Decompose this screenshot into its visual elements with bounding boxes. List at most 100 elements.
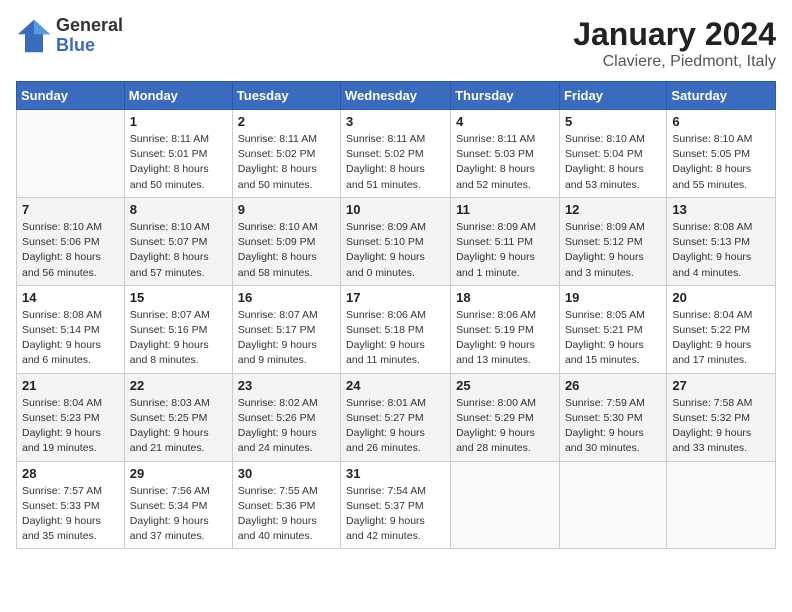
day-number: 25 bbox=[456, 378, 554, 393]
header-cell-thursday: Thursday bbox=[451, 82, 560, 110]
day-info: Sunrise: 8:10 AMSunset: 5:07 PMDaylight:… bbox=[130, 220, 227, 281]
day-info: Sunrise: 8:09 AMSunset: 5:12 PMDaylight:… bbox=[565, 220, 661, 281]
day-number: 3 bbox=[346, 114, 445, 129]
calendar-cell: 6 Sunrise: 8:10 AMSunset: 5:05 PMDaylight… bbox=[667, 110, 776, 198]
header-cell-monday: Monday bbox=[124, 82, 232, 110]
logo-line2: Blue bbox=[56, 36, 123, 56]
day-number: 15 bbox=[130, 290, 227, 305]
calendar-header-row: SundayMondayTuesdayWednesdayThursdayFrid… bbox=[17, 82, 776, 110]
calendar-week-row: 14 Sunrise: 8:08 AMSunset: 5:14 PMDayligh… bbox=[17, 285, 776, 373]
page-title: January 2024 bbox=[573, 16, 776, 53]
day-info: Sunrise: 8:07 AMSunset: 5:17 PMDaylight:… bbox=[238, 308, 335, 369]
day-number: 4 bbox=[456, 114, 554, 129]
day-number: 10 bbox=[346, 202, 445, 217]
day-number: 8 bbox=[130, 202, 227, 217]
day-number: 19 bbox=[565, 290, 661, 305]
day-info: Sunrise: 8:06 AMSunset: 5:18 PMDaylight:… bbox=[346, 308, 445, 369]
calendar-table: SundayMondayTuesdayWednesdayThursdayFrid… bbox=[16, 81, 776, 549]
calendar-cell: 4 Sunrise: 8:11 AMSunset: 5:03 PMDaylight… bbox=[451, 110, 560, 198]
calendar-cell: 18Sunrise: 8:06 AMSunset: 5:19 PMDayligh… bbox=[451, 285, 560, 373]
header-cell-tuesday: Tuesday bbox=[232, 82, 340, 110]
calendar-cell: 14 Sunrise: 8:08 AMSunset: 5:14 PMDayligh… bbox=[17, 285, 125, 373]
calendar-cell: 15 Sunrise: 8:07 AMSunset: 5:16 PMDayligh… bbox=[124, 285, 232, 373]
calendar-cell: 20 Sunrise: 8:04 AMSunset: 5:22 PMDayligh… bbox=[667, 285, 776, 373]
calendar-cell bbox=[17, 110, 125, 198]
day-number: 12 bbox=[565, 202, 661, 217]
day-info: Sunrise: 8:11 AMSunset: 5:02 PMDaylight:… bbox=[346, 132, 445, 193]
calendar-cell: 13Sunrise: 8:08 AMSunset: 5:13 PMDayligh… bbox=[667, 197, 776, 285]
calendar-cell: 12 Sunrise: 8:09 AMSunset: 5:12 PMDayligh… bbox=[559, 197, 666, 285]
day-info: Sunrise: 7:54 AMSunset: 5:37 PMDaylight:… bbox=[346, 484, 445, 545]
calendar-cell: 8 Sunrise: 8:10 AMSunset: 5:07 PMDaylight… bbox=[124, 197, 232, 285]
day-info: Sunrise: 8:03 AMSunset: 5:25 PMDaylight:… bbox=[130, 396, 227, 457]
day-info: Sunrise: 8:09 AMSunset: 5:10 PMDaylight:… bbox=[346, 220, 445, 281]
calendar-cell: 3 Sunrise: 8:11 AMSunset: 5:02 PMDaylight… bbox=[341, 110, 451, 198]
calendar-cell: 24 Sunrise: 8:01 AMSunset: 5:27 PMDayligh… bbox=[341, 373, 451, 461]
calendar-cell: 17 Sunrise: 8:06 AMSunset: 5:18 PMDayligh… bbox=[341, 285, 451, 373]
header-cell-wednesday: Wednesday bbox=[341, 82, 451, 110]
day-number: 30 bbox=[238, 466, 335, 481]
header-cell-friday: Friday bbox=[559, 82, 666, 110]
day-number: 18 bbox=[456, 290, 554, 305]
day-info: Sunrise: 8:04 AMSunset: 5:22 PMDaylight:… bbox=[672, 308, 770, 369]
calendar-cell: 28 Sunrise: 7:57 AMSunset: 5:33 PMDayligh… bbox=[17, 461, 125, 549]
calendar-week-row: 1Sunrise: 8:11 AMSunset: 5:01 PMDaylight… bbox=[17, 110, 776, 198]
calendar-cell: 9Sunrise: 8:10 AMSunset: 5:09 PMDaylight… bbox=[232, 197, 340, 285]
day-number: 26 bbox=[565, 378, 661, 393]
day-info: Sunrise: 7:59 AMSunset: 5:30 PMDaylight:… bbox=[565, 396, 661, 457]
logo-icon bbox=[16, 18, 52, 54]
calendar-cell: 21 Sunrise: 8:04 AMSunset: 5:23 PMDayligh… bbox=[17, 373, 125, 461]
day-number: 16 bbox=[238, 290, 335, 305]
calendar-week-row: 7Sunrise: 8:10 AMSunset: 5:06 PMDaylight… bbox=[17, 197, 776, 285]
day-number: 24 bbox=[346, 378, 445, 393]
page-subtitle: Claviere, Piedmont, Italy bbox=[573, 53, 776, 71]
day-number: 6 bbox=[672, 114, 770, 129]
day-number: 17 bbox=[346, 290, 445, 305]
day-info: Sunrise: 7:57 AMSunset: 5:33 PMDaylight:… bbox=[22, 484, 119, 545]
day-number: 20 bbox=[672, 290, 770, 305]
day-info: Sunrise: 8:01 AMSunset: 5:27 PMDaylight:… bbox=[346, 396, 445, 457]
calendar-cell: 16 Sunrise: 8:07 AMSunset: 5:17 PMDayligh… bbox=[232, 285, 340, 373]
calendar-cell: 23 Sunrise: 8:02 AMSunset: 5:26 PMDayligh… bbox=[232, 373, 340, 461]
calendar-cell: 30 Sunrise: 7:55 AMSunset: 5:36 PMDayligh… bbox=[232, 461, 340, 549]
logo-line1: General bbox=[56, 16, 123, 36]
calendar-cell bbox=[559, 461, 666, 549]
day-info: Sunrise: 8:02 AMSunset: 5:26 PMDaylight:… bbox=[238, 396, 335, 457]
day-info: Sunrise: 7:55 AMSunset: 5:36 PMDaylight:… bbox=[238, 484, 335, 545]
calendar-cell: 5Sunrise: 8:10 AMSunset: 5:04 PMDaylight… bbox=[559, 110, 666, 198]
day-info: Sunrise: 8:04 AMSunset: 5:23 PMDaylight:… bbox=[22, 396, 119, 457]
header-cell-sunday: Sunday bbox=[17, 82, 125, 110]
day-number: 27 bbox=[672, 378, 770, 393]
day-number: 23 bbox=[238, 378, 335, 393]
day-number: 13 bbox=[672, 202, 770, 217]
header: General Blue January 2024 Claviere, Pied… bbox=[16, 16, 776, 71]
calendar-cell: 25 Sunrise: 8:00 AMSunset: 5:29 PMDayligh… bbox=[451, 373, 560, 461]
day-info: Sunrise: 8:11 AMSunset: 5:02 PMDaylight:… bbox=[238, 132, 335, 193]
day-number: 21 bbox=[22, 378, 119, 393]
day-info: Sunrise: 8:09 AMSunset: 5:11 PMDaylight:… bbox=[456, 220, 554, 281]
day-number: 31 bbox=[346, 466, 445, 481]
logo-text: General Blue bbox=[56, 16, 123, 56]
day-info: Sunrise: 8:00 AMSunset: 5:29 PMDaylight:… bbox=[456, 396, 554, 457]
day-info: Sunrise: 8:10 AMSunset: 5:06 PMDaylight:… bbox=[22, 220, 119, 281]
calendar-cell: 22Sunrise: 8:03 AMSunset: 5:25 PMDayligh… bbox=[124, 373, 232, 461]
calendar-cell bbox=[451, 461, 560, 549]
calendar-cell bbox=[667, 461, 776, 549]
day-info: Sunrise: 8:07 AMSunset: 5:16 PMDaylight:… bbox=[130, 308, 227, 369]
day-number: 1 bbox=[130, 114, 227, 129]
day-number: 29 bbox=[130, 466, 227, 481]
calendar-cell: 27Sunrise: 7:58 AMSunset: 5:32 PMDayligh… bbox=[667, 373, 776, 461]
calendar-cell: 2Sunrise: 8:11 AMSunset: 5:02 PMDaylight… bbox=[232, 110, 340, 198]
day-number: 28 bbox=[22, 466, 119, 481]
day-info: Sunrise: 8:11 AMSunset: 5:03 PMDaylight:… bbox=[456, 132, 554, 193]
day-info: Sunrise: 8:08 AMSunset: 5:14 PMDaylight:… bbox=[22, 308, 119, 369]
header-cell-saturday: Saturday bbox=[667, 82, 776, 110]
calendar-cell: 1Sunrise: 8:11 AMSunset: 5:01 PMDaylight… bbox=[124, 110, 232, 198]
calendar-week-row: 21 Sunrise: 8:04 AMSunset: 5:23 PMDayligh… bbox=[17, 373, 776, 461]
day-number: 14 bbox=[22, 290, 119, 305]
title-area: January 2024 Claviere, Piedmont, Italy bbox=[573, 16, 776, 71]
day-info: Sunrise: 8:10 AMSunset: 5:04 PMDaylight:… bbox=[565, 132, 661, 193]
calendar-cell: 7Sunrise: 8:10 AMSunset: 5:06 PMDaylight… bbox=[17, 197, 125, 285]
calendar-cell: 19Sunrise: 8:05 AMSunset: 5:21 PMDayligh… bbox=[559, 285, 666, 373]
day-info: Sunrise: 8:10 AMSunset: 5:05 PMDaylight:… bbox=[672, 132, 770, 193]
